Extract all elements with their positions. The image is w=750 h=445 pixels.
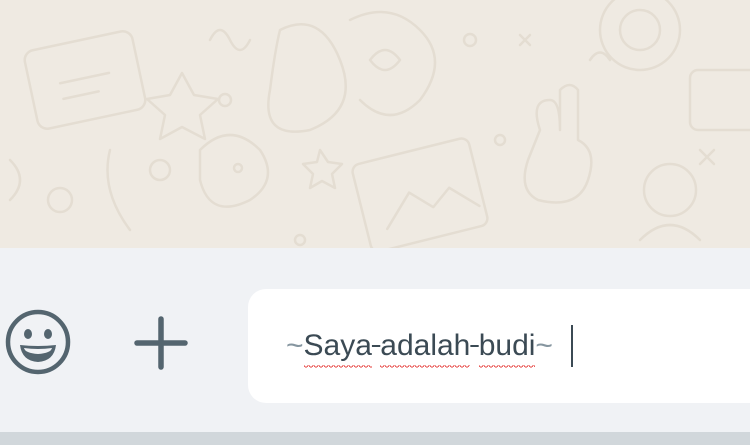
attach-button[interactable] <box>128 310 194 376</box>
emoji-button[interactable] <box>0 304 76 380</box>
strike-open-marker: ~ <box>286 329 304 362</box>
chat-window: ~ Saya adalah budi ~ <box>0 0 750 445</box>
window-bottom-edge <box>0 432 750 445</box>
message-input[interactable]: ~ Saya adalah budi ~ <box>248 289 750 403</box>
smiley-emoji-icon <box>5 309 71 375</box>
strike-close-marker: ~ <box>535 329 553 362</box>
misspelled-word: adalah <box>380 329 471 369</box>
message-input-text: ~ Saya adalah budi ~ <box>286 325 573 369</box>
chat-wallpaper <box>0 0 750 248</box>
doodle-pattern <box>8 0 750 248</box>
misspelled-word: Saya <box>303 329 373 369</box>
strikethrough-text: Saya adalah budi <box>303 329 536 369</box>
plus-icon <box>134 316 188 370</box>
misspelled-word: budi <box>478 329 536 369</box>
text-caret <box>570 325 573 367</box>
